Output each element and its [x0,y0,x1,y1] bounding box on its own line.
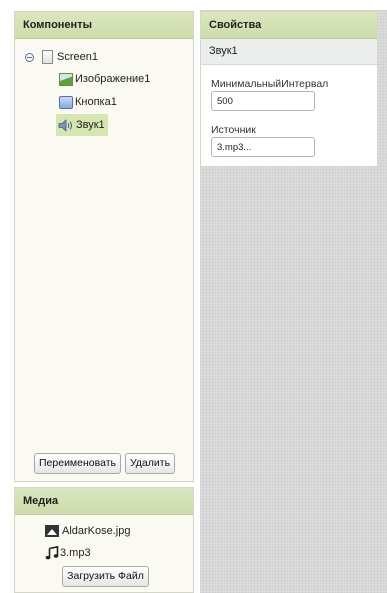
tree-item-sound1[interactable]: Звук1 [56,114,108,136]
media-file-mp3[interactable]: 3.mp3 [45,545,91,560]
properties-panel: Свойства Звук1 МинимальныйИнтервал Источ… [200,11,378,167]
sound-component-icon [58,118,74,132]
tree-label-screen1: Screen1 [57,51,98,63]
delete-button[interactable]: Удалить [125,453,175,474]
tree-item-button1[interactable]: Кнопка1 [59,93,117,111]
components-panel: Компоненты Screen1 Изображение1 Кнопка1 … [14,11,194,482]
image-component-icon [59,72,73,86]
screen-icon [42,50,53,64]
properties-panel-title: Свойства [201,12,377,39]
tree-label-button1: Кнопка1 [75,96,117,108]
tree-label-sound1: Звук1 [76,119,105,131]
media-panel: Медиа AldarKose.jpg 3.mp3 Загрузить Файл [14,487,194,593]
source-input[interactable] [211,137,315,157]
source-label: Источник [211,124,256,136]
tree-item-screen1[interactable]: Screen1 [25,48,98,66]
tree-item-image1[interactable]: Изображение1 [59,70,150,88]
min-interval-input[interactable] [211,91,315,111]
upload-file-button[interactable]: Загрузить Файл [62,566,149,587]
tree-label-image1: Изображение1 [75,73,151,85]
components-panel-title: Компоненты [15,12,193,39]
image-file-icon [45,525,59,537]
media-file-label: AldarKose.jpg [62,525,131,537]
selected-component-name: Звук1 [201,39,377,65]
media-panel-title: Медиа [15,488,193,515]
media-file-label: 3.mp3 [60,547,91,559]
audio-file-icon [45,545,59,560]
media-file-aldarkose[interactable]: AldarKose.jpg [45,525,131,537]
collapse-toggle-icon[interactable] [25,52,34,62]
button-component-icon [59,95,73,109]
rename-button[interactable]: Переименовать [34,453,121,474]
min-interval-label: МинимальныйИнтервал [211,78,329,90]
